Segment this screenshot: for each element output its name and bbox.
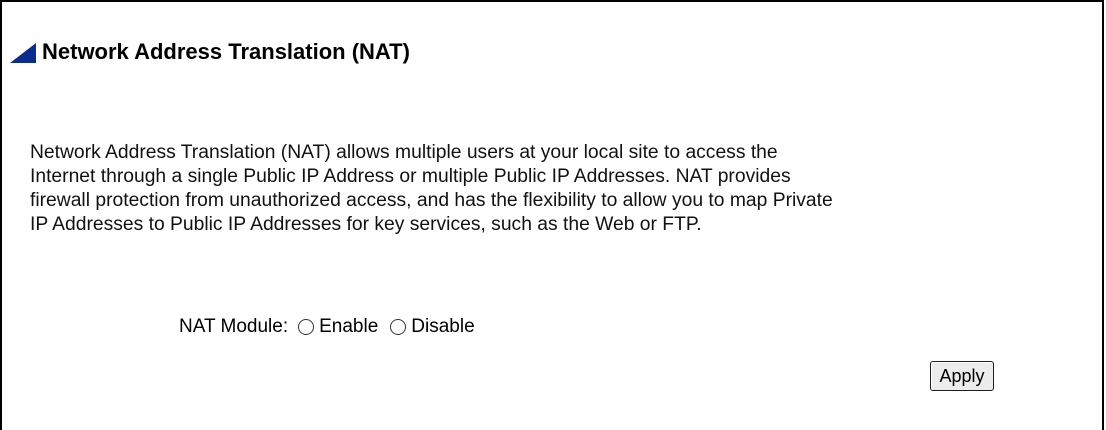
- description-line: IP Addresses to Public IP Addresses for …: [30, 214, 702, 235]
- description-line: Internet through a single Public IP Addr…: [30, 166, 791, 187]
- apply-button[interactable]: Apply: [930, 361, 994, 391]
- disable-radio[interactable]: [390, 319, 407, 335]
- disable-option[interactable]: Disable: [390, 316, 475, 338]
- disable-label[interactable]: Disable: [411, 316, 474, 338]
- content-frame: Network Address Translation (NAT) Networ…: [0, 0, 1104, 430]
- description-line: firewall protection from unauthorized ac…: [30, 190, 833, 211]
- page-title: Network Address Translation (NAT): [42, 39, 410, 64]
- description-text: Network Address Translation (NAT) allows…: [30, 141, 1070, 237]
- enable-label[interactable]: Enable: [319, 316, 378, 338]
- nat-module-row: NAT Module: Enable Disable: [179, 315, 487, 339]
- enable-option[interactable]: Enable: [298, 316, 378, 338]
- description-line: Network Address Translation (NAT) allows…: [30, 142, 778, 163]
- nat-module-label: NAT Module:: [179, 316, 289, 337]
- triangle-marker-icon: [10, 40, 36, 64]
- enable-radio[interactable]: [298, 319, 315, 335]
